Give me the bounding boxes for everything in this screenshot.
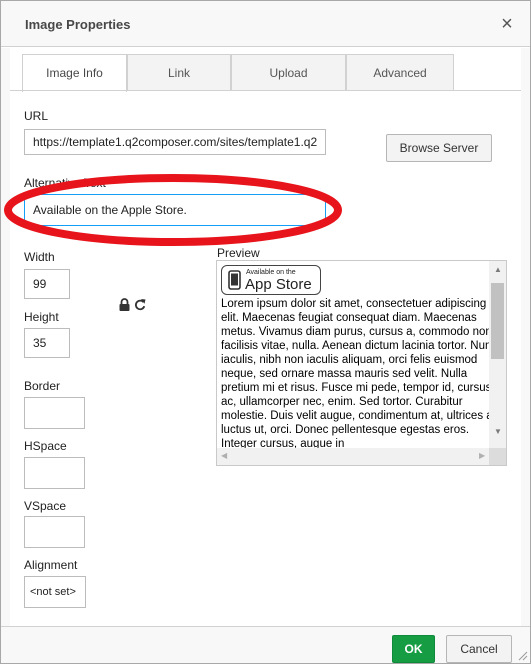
url-label: URL xyxy=(24,109,49,123)
resize-grip-icon[interactable] xyxy=(518,651,528,661)
tab-image-info[interactable]: Image Info xyxy=(22,54,127,92)
tab-divider xyxy=(10,90,521,91)
reset-size-icon[interactable] xyxy=(134,298,146,314)
scroll-up-icon[interactable]: ▲ xyxy=(494,265,502,274)
scroll-down-icon[interactable]: ▼ xyxy=(494,427,502,436)
alignment-label: Alignment xyxy=(24,558,78,572)
height-input[interactable]: 35 xyxy=(24,328,70,358)
phone-icon xyxy=(228,270,241,290)
lock-icon[interactable] xyxy=(119,298,130,314)
scrollbar-corner xyxy=(489,448,506,465)
preview-vertical-scrollbar[interactable]: ▲ ▼ xyxy=(489,261,506,451)
url-input[interactable]: https://template1.q2composer.com/sites/t… xyxy=(24,129,326,155)
preview-label: Preview xyxy=(217,246,260,260)
vspace-label: VSpace xyxy=(24,499,67,513)
preview-horizontal-scrollbar[interactable]: ◀ ▶ xyxy=(217,448,491,465)
hspace-input[interactable] xyxy=(24,457,85,489)
vspace-input[interactable] xyxy=(24,516,85,548)
image-properties-dialog: Image Properties × Image Info Link Uploa… xyxy=(0,0,531,664)
hspace-label: HSpace xyxy=(24,439,67,453)
badge-small-text: Available on the xyxy=(246,269,296,276)
tab-advanced[interactable]: Advanced xyxy=(346,54,454,91)
ok-button[interactable]: OK xyxy=(392,635,435,663)
width-input[interactable]: 99 xyxy=(24,269,70,299)
app-store-badge: Available on the App Store xyxy=(221,265,321,295)
scroll-left-icon[interactable]: ◀ xyxy=(221,451,227,460)
border-input[interactable] xyxy=(24,397,85,429)
alt-text-label: Alternative Text xyxy=(24,176,106,190)
scroll-right-icon[interactable]: ▶ xyxy=(479,451,485,460)
close-icon[interactable]: × xyxy=(496,13,518,35)
dialog-title: Image Properties xyxy=(25,17,131,32)
dialog-footer: OK Cancel xyxy=(1,626,530,663)
tab-link[interactable]: Link xyxy=(127,54,231,91)
scrollbar-thumb[interactable] xyxy=(491,283,504,359)
width-label: Width xyxy=(24,250,55,264)
badge-big-text: App Store xyxy=(245,276,312,293)
preview-lorem-text: Lorem ipsum dolor sit amet, consectetuer… xyxy=(221,298,498,450)
cancel-button[interactable]: Cancel xyxy=(446,635,512,663)
border-label: Border xyxy=(24,379,61,393)
alt-text-input[interactable]: Available on the Apple Store. xyxy=(24,194,326,226)
alignment-select[interactable]: <not set> xyxy=(24,576,86,608)
preview-pane[interactable]: Available on the App Store Lorem ipsum d… xyxy=(216,260,507,466)
browse-server-button[interactable]: Browse Server xyxy=(386,134,492,162)
height-label: Height xyxy=(24,310,59,324)
tab-upload[interactable]: Upload xyxy=(231,54,346,91)
dialog-titlebar: Image Properties × xyxy=(1,1,530,47)
